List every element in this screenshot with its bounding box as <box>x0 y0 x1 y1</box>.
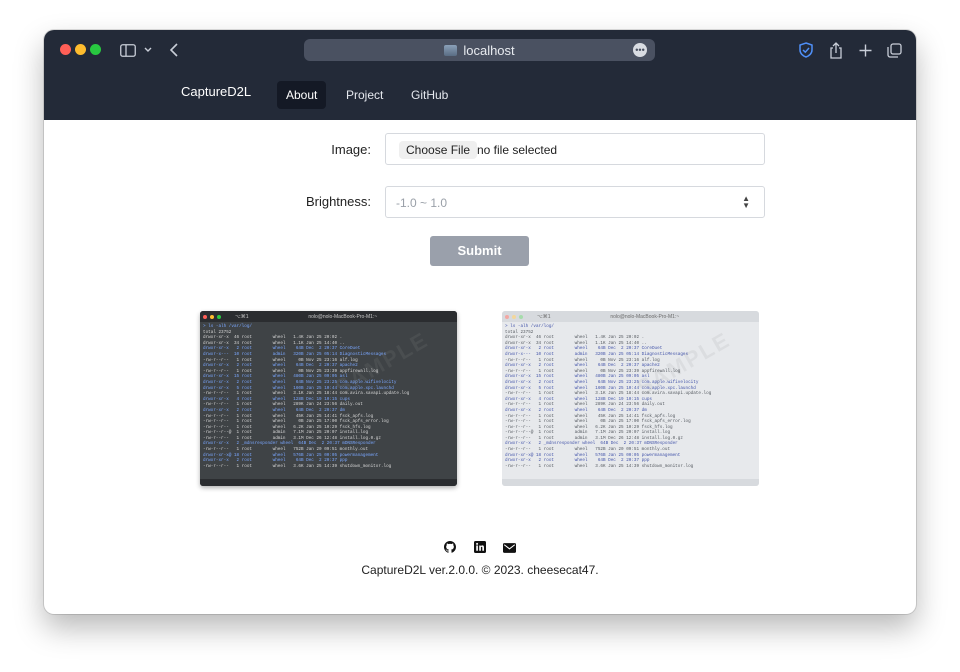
result-image-preview: ⌥⌘1 nolo@nolo-MacBook-Pro-M1:~ > ls -alh… <box>502 311 759 486</box>
chevron-down-icon[interactable] <box>142 38 154 62</box>
original-image-preview: ⌥⌘1 nolo@nolo-MacBook-Pro-M1:~ > ls -alh… <box>200 311 457 486</box>
nav-tab-about[interactable]: About <box>277 81 327 109</box>
terminal-line: -rw-r--r-- 1 root admin 3.1M Dec 26 12:4… <box>505 435 683 441</box>
github-icon[interactable] <box>444 540 456 558</box>
terminal-line: drwxr-xr-x 2 _mdnsresponder wheel 64B De… <box>203 441 376 447</box>
minimize-window-button[interactable] <box>75 44 86 55</box>
terminal-command: > ls -alh /var/log/ <box>505 324 554 329</box>
terminal-line: -rw-r--r-- 1 root wheel 0B Nov 25 23:16 … <box>505 357 660 363</box>
terminal-line: -rw-r--r-- 1 root wheel 3.1K Jan 25 18:4… <box>203 391 410 397</box>
terminal-line: -rw-r--r-- 1 root wheel 6.2K Jan 25 10:2… <box>203 424 371 430</box>
favicon-icon <box>444 44 458 56</box>
terminal-line: drwxr-xr-x 2 root wheel 64B Dec 2 20:37 … <box>203 407 345 413</box>
file-status-text: no file selected <box>477 143 558 157</box>
terminal-line: drwxr-xr-x 15 root wheel 480B Jan 25 09:… <box>203 374 348 380</box>
mail-icon[interactable] <box>503 540 516 558</box>
terminal-titlebar: ⌥⌘1 nolo@nolo-MacBook-Pro-M1:~ <box>502 311 759 322</box>
footer-copyright: CaptureD2L ver.2.0.0. © 2023. cheesecat4… <box>361 563 599 577</box>
terminal-line: drwxr-x--- 10 root admin 320B Jan 25 05:… <box>203 351 387 357</box>
share-icon[interactable] <box>826 38 846 62</box>
terminal-command: > ls -alh /var/log/ <box>203 324 252 329</box>
zoom-window-button[interactable] <box>90 44 101 55</box>
new-tab-icon[interactable] <box>855 38 875 62</box>
terminal-line: drwxr-xr-x 2 root wheel 64B Dec 2 20:37 … <box>505 363 660 369</box>
terminal-line: -rw-r--r-- 1 root wheel 752B Jan 20 09:5… <box>505 447 671 453</box>
site-navbar: CaptureD2L About Project GitHub <box>44 70 916 120</box>
brightness-input[interactable] <box>396 193 726 213</box>
nav-tab-project[interactable]: Project <box>337 81 392 109</box>
terminal-statusbar <box>200 479 457 486</box>
terminal-line: drwxr-xr-x 2 _mdnsresponder wheel 64B De… <box>505 441 678 447</box>
terminal-total: total 23752 <box>505 329 534 335</box>
terminal-line: drwxr-xr-x 2 root wheel 64B Dec 2 20:37 … <box>203 458 348 464</box>
nav-tab-github[interactable]: GitHub <box>402 81 457 109</box>
back-icon[interactable] <box>166 38 182 62</box>
terminal-line: drwxr-xr-x 4 root wheel 128B Dec 19 10:1… <box>203 396 350 402</box>
terminal-line: -rw-r--r-- 1 root wheel 289K Jan 24 23:5… <box>203 402 363 408</box>
terminal-line: drwxr-xr-x 46 root wheel 1.4K Jan 25 20:… <box>505 335 645 341</box>
terminal-line: drwxr-xr-x 2 root wheel 64B Dec 2 20:37 … <box>203 346 361 352</box>
terminal-line: drwxr-xr-x 15 root wheel 480B Jan 25 09:… <box>505 374 650 380</box>
terminal-line: -rw-r--r-- 1 root wheel 3.6K Jan 25 14:3… <box>505 463 694 469</box>
brightness-label: Brightness: <box>305 194 371 209</box>
number-stepper-icon[interactable]: ▲ ▼ <box>742 195 750 210</box>
terminal-line: -rw-r--r-- 1 root wheel 45K Jan 25 14:41… <box>203 413 374 419</box>
shield-icon[interactable] <box>796 38 816 62</box>
terminal-line: -rw-r--r-- 1 root wheel 6.2K Jan 25 10:2… <box>505 424 673 430</box>
terminal-tab-label: ⌥⌘1 <box>235 313 249 320</box>
terminal-total: total 23752 <box>203 329 232 335</box>
close-window-button[interactable] <box>60 44 71 55</box>
terminal-line: -rw-r--r-- 1 root wheel 0B Nov 25 23:16 … <box>203 357 358 363</box>
terminal-tab-label: ⌥⌘1 <box>537 313 551 320</box>
terminal-line: drwxr-xr-x@ 18 root wheel 576B Jan 25 00… <box>203 452 379 458</box>
browser-toolbar: localhost ••• <box>44 30 916 70</box>
terminal-line: drwxr-xr-x 2 root wheel 64B Dec 2 20:37 … <box>505 346 663 352</box>
sidebar-icon[interactable] <box>118 38 138 62</box>
terminal-line: -rw-r--r-- 1 root wheel 45K Jan 25 14:41… <box>505 413 676 419</box>
terminal-line: -rw-r--r-- 1 root wheel 752B Jan 20 09:5… <box>203 447 369 453</box>
submit-button[interactable]: Submit <box>430 236 529 266</box>
more-options-icon[interactable]: ••• <box>633 43 647 57</box>
terminal-line: -rw-r--r-- 1 root wheel 289K Jan 24 23:5… <box>505 402 665 408</box>
terminal-line: -rw-r--r-- 1 root admin 3.1M Dec 26 12:4… <box>203 435 381 441</box>
image-file-input[interactable]: Choose File no file selected <box>385 133 765 165</box>
terminal-title: nolo@nolo-MacBook-Pro-M1:~ <box>308 313 378 320</box>
browser-window: localhost ••• CaptureD2L About Project G… <box>44 30 916 614</box>
terminal-line: -rw-r--r--@ 1 root admin 7.1M Jan 25 20:… <box>505 430 671 436</box>
address-bar[interactable]: localhost ••• <box>304 39 655 61</box>
terminal-line: drwxr-xr-x 34 root wheel 1.1K Jan 25 14:… <box>203 340 345 346</box>
terminal-line: drwxr-xr-x 2 root wheel 64B Dec 2 20:37 … <box>505 458 650 464</box>
terminal-title: nolo@nolo-MacBook-Pro-M1:~ <box>610 313 680 320</box>
terminal-line: drwxr-x--- 10 root admin 320B Jan 25 05:… <box>505 351 689 357</box>
choose-file-button[interactable]: Choose File <box>399 141 478 159</box>
tab-overview-icon[interactable] <box>884 38 904 62</box>
terminal-line: drwxr-xr-x 34 root wheel 1.1K Jan 25 14:… <box>505 340 647 346</box>
terminal-titlebar: ⌥⌘1 nolo@nolo-MacBook-Pro-M1:~ <box>200 311 457 322</box>
terminal-line: drwxr-xr-x 46 root wheel 1.4K Jan 25 20:… <box>203 335 343 341</box>
image-label: Image: <box>331 142 371 157</box>
url-text: localhost <box>463 42 515 58</box>
brand-logo[interactable]: CaptureD2L <box>181 84 251 99</box>
terminal-statusbar <box>502 479 759 486</box>
linkedin-icon[interactable] <box>473 540 486 558</box>
terminal-line: -rw-r--r--@ 1 root admin 7.1M Jan 25 20:… <box>203 430 369 436</box>
footer-icons <box>444 540 516 558</box>
terminal-line: drwxr-xr-x 4 root wheel 128B Dec 19 10:1… <box>505 396 652 402</box>
terminal-line: drwxr-xr-x 2 root wheel 64B Dec 2 20:37 … <box>203 363 358 369</box>
terminal-line: -rw-r--r-- 1 root wheel 3.1K Jan 25 18:4… <box>505 391 712 397</box>
terminal-line: -rw-r--r-- 1 root wheel 3.6K Jan 25 14:3… <box>203 463 392 469</box>
terminal-line: drwxr-xr-x@ 18 root wheel 576B Jan 25 00… <box>505 452 681 458</box>
terminal-line: -rw-r--r-- 1 root wheel 0B Jan 25 17:00 … <box>203 419 389 425</box>
terminal-line: -rw-r--r-- 1 root wheel 0B Jan 25 17:00 … <box>505 419 691 425</box>
terminal-line: drwxr-xr-x 2 root wheel 64B Dec 2 20:37 … <box>505 407 647 413</box>
brightness-field: ▲▼ <box>385 186 765 218</box>
